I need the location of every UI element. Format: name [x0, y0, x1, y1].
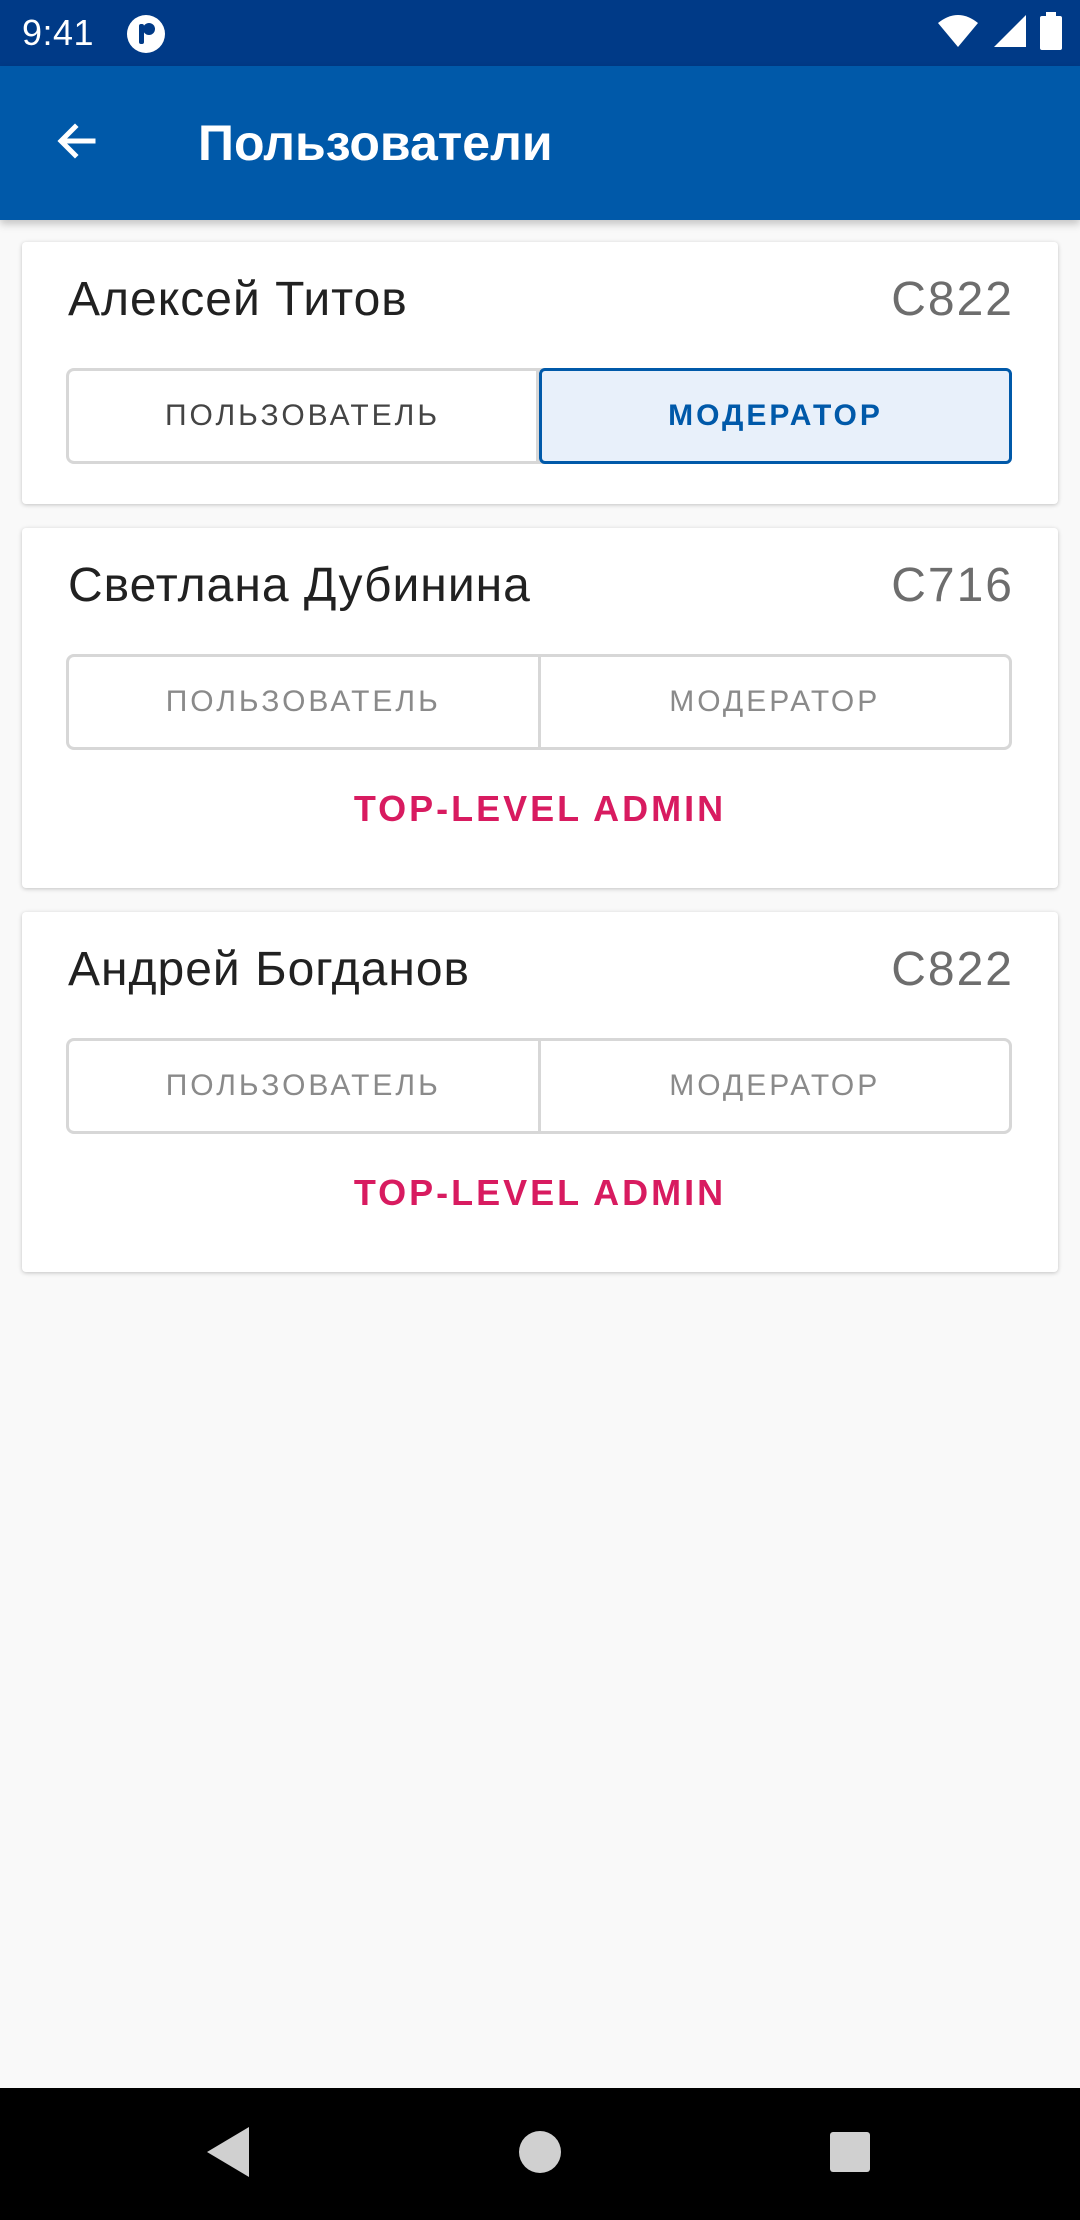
user-name: Андрей Богданов: [68, 943, 471, 996]
arrow-back-icon: [53, 117, 101, 170]
status-time: 9:41: [22, 12, 95, 53]
nav-back-button[interactable]: [194, 2120, 262, 2188]
status-bar: 9:41: [0, 0, 1080, 66]
role-user-button[interactable]: ПОЛЬЗОВАТЕЛЬ: [69, 371, 539, 461]
nav-recents-button[interactable]: [816, 2120, 884, 2188]
status-icons: [936, 11, 1062, 55]
system-nav-bar: [0, 2088, 1080, 2220]
nav-recents-icon: [829, 2131, 871, 2178]
user-list: Алексей Титов C822 ПОЛЬЗОВАТЕЛЬ МОДЕРАТО…: [0, 220, 1080, 2088]
cell-signal-icon: [992, 13, 1028, 54]
user-code: C822: [891, 943, 1014, 996]
user-code: C716: [891, 559, 1014, 612]
nav-home-button[interactable]: [506, 2120, 574, 2188]
role-toggle: ПОЛЬЗОВАТЕЛЬ МОДЕРАТОР: [66, 1038, 1012, 1134]
nav-home-icon: [518, 2130, 562, 2179]
role-user-button[interactable]: ПОЛЬЗОВАТЕЛЬ: [69, 1041, 541, 1131]
admin-badge: TOP-LEVEL ADMIN: [353, 788, 727, 829]
battery-icon: [1040, 11, 1062, 55]
page-title: Пользователи: [198, 115, 553, 171]
role-moderator-button[interactable]: МОДЕРАТОР: [539, 368, 1012, 464]
role-moderator-button[interactable]: МОДЕРАТОР: [541, 1041, 1010, 1131]
user-name: Алексей Титов: [68, 273, 408, 326]
wifi-icon: [936, 13, 980, 54]
back-button[interactable]: [40, 106, 114, 180]
role-moderator-button[interactable]: МОДЕРАТОР: [541, 657, 1010, 747]
role-toggle: ПОЛЬЗОВАТЕЛЬ МОДЕРАТОР: [66, 368, 1012, 464]
user-code: C822: [891, 273, 1014, 326]
role-user-button[interactable]: ПОЛЬЗОВАТЕЛЬ: [69, 657, 541, 747]
user-card: Алексей Титов C822 ПОЛЬЗОВАТЕЛЬ МОДЕРАТО…: [22, 242, 1058, 504]
app-bar: Пользователи: [0, 66, 1080, 220]
admin-badge: TOP-LEVEL ADMIN: [353, 1172, 727, 1213]
user-card: Андрей Богданов C822 ПОЛЬЗОВАТЕЛЬ МОДЕРА…: [22, 912, 1058, 1272]
nav-back-icon: [203, 2125, 253, 2184]
user-name: Светлана Дубинина: [68, 559, 531, 612]
role-toggle: ПОЛЬЗОВАТЕЛЬ МОДЕРАТОР: [66, 654, 1012, 750]
user-card: Светлана Дубинина C716 ПОЛЬЗОВАТЕЛЬ МОДЕ…: [22, 528, 1058, 888]
notification-app-icon: [126, 14, 166, 54]
